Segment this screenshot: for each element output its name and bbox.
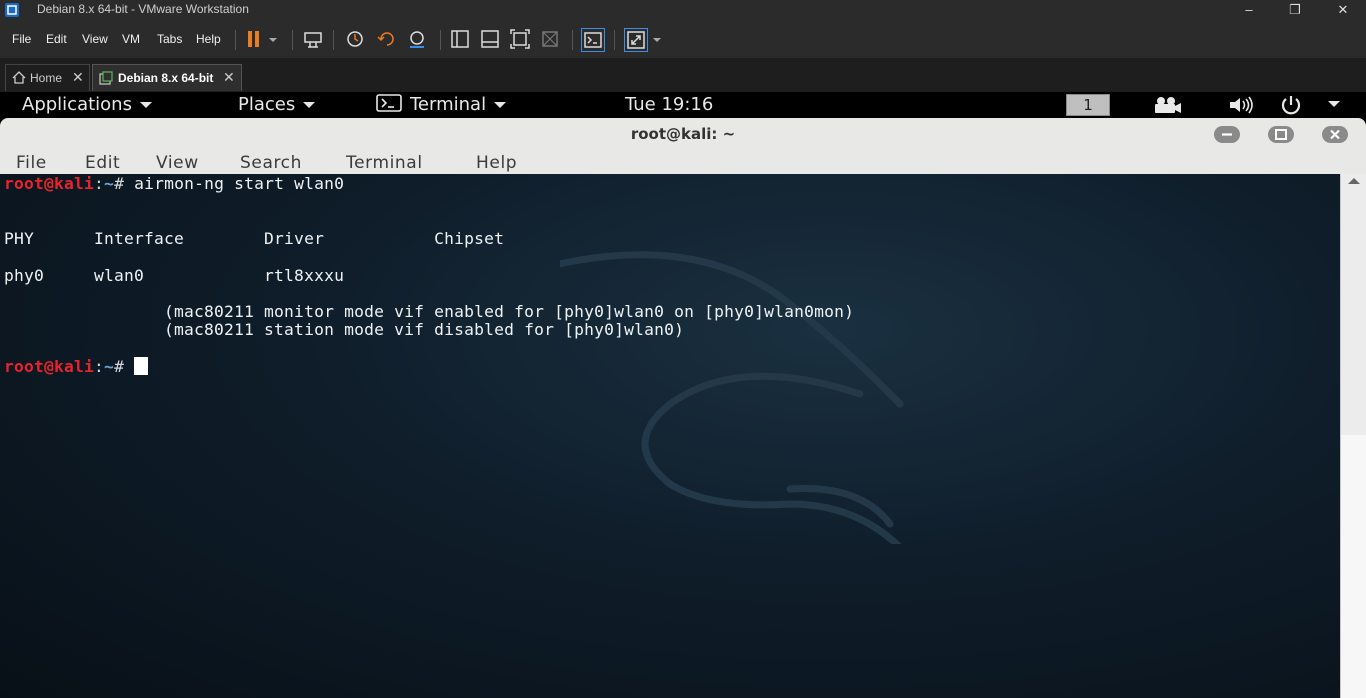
table-row: phy0 wlan0 rtl8xxxu <box>4 265 345 285</box>
minimize-button[interactable]: – <box>1226 0 1272 20</box>
toolbar-divider <box>572 30 573 50</box>
prompt-separator: : <box>94 357 105 376</box>
chevron-down-icon <box>303 102 316 108</box>
stretch-guest-icon[interactable] <box>624 28 648 52</box>
status-line: (mac80211 station mode vif disabled for … <box>4 320 685 340</box>
menu-file[interactable]: File <box>12 32 31 46</box>
terminal-menu-terminal[interactable]: Terminal <box>346 153 423 173</box>
unity-icon[interactable] <box>539 28 561 50</box>
text-cursor <box>134 357 149 375</box>
terminal-output-area[interactable]: root@kali:~# airmon-ng start wlan0 PHY I… <box>0 174 1340 698</box>
close-icon <box>1330 129 1340 140</box>
terminal-window: root@kali: ~ File Edit View Search Termi… <box>0 118 1366 698</box>
revert-snapshot-icon[interactable] <box>376 28 398 50</box>
applications-label: Applications <box>22 94 132 115</box>
workspace-indicator[interactable]: 1 <box>1066 94 1110 116</box>
terminal-minimize-button[interactable] <box>1214 126 1240 143</box>
terminal-menu-file[interactable]: File <box>16 153 47 173</box>
pause-icon[interactable] <box>243 28 265 50</box>
chevron-down-icon <box>139 102 152 108</box>
toolbar-divider <box>333 30 334 50</box>
tab-close-icon[interactable]: ✕ <box>72 69 84 86</box>
terminal-header: root@kali: ~ File Edit View Search Termi… <box>0 118 1366 175</box>
console-view-icon[interactable] <box>581 28 605 52</box>
status-line: (mac80211 monitor mode vif enabled for [… <box>4 302 855 322</box>
power-icon[interactable] <box>1280 95 1302 115</box>
video-camera-icon[interactable] <box>1152 96 1182 114</box>
terminal-menu-search[interactable]: Search <box>240 153 302 173</box>
places-label: Places <box>238 94 296 115</box>
terminal-close-button[interactable] <box>1322 126 1348 143</box>
volume-icon[interactable] <box>1228 96 1258 114</box>
terminal-title: root@kali: ~ <box>630 125 736 143</box>
terminal-menu-edit[interactable]: Edit <box>85 153 120 173</box>
menu-view[interactable]: View <box>82 32 108 46</box>
command-text: airmon-ng start wlan0 <box>134 174 345 193</box>
toolbar-divider <box>235 30 236 50</box>
prompt-separator: : <box>94 174 105 193</box>
prompt-user-host: root@kali <box>4 357 95 376</box>
prompt-cwd: ~ <box>104 174 115 193</box>
tab-home-label: Home <box>30 71 63 85</box>
send-ctrl-alt-del-icon[interactable] <box>302 28 324 50</box>
toolbar-divider <box>440 30 441 50</box>
prompt-symbol: # <box>114 357 135 376</box>
clock[interactable]: Tue 19:16 <box>625 94 713 115</box>
tab-debian-label: Debian 8.x 64-bit <box>118 71 214 85</box>
system-menu-chevron-icon[interactable] <box>1328 101 1340 107</box>
active-prompt-line: root@kali:~# <box>4 357 149 376</box>
terminal-app-label: Terminal <box>410 94 487 115</box>
prompt-symbol: # <box>114 174 135 193</box>
menu-tabs[interactable]: Tabs <box>157 32 182 46</box>
command-line: root@kali:~# airmon-ng start wlan0 <box>4 174 344 193</box>
snapshot-manager-icon[interactable] <box>406 28 428 50</box>
vmware-menubar: File Edit View VM Tabs Help <box>0 20 1366 58</box>
menu-vm[interactable]: VM <box>122 32 140 46</box>
menu-help[interactable]: Help <box>196 32 221 46</box>
show-thumbnail-icon[interactable] <box>479 28 501 50</box>
maximize-button[interactable]: ❐ <box>1272 0 1318 20</box>
vmware-titlebar: Debian 8.x 64-bit - VMware Workstation –… <box>0 0 1366 20</box>
minimize-icon <box>1222 133 1232 136</box>
vm-icon <box>99 71 113 85</box>
kali-dragon-watermark-icon <box>560 251 904 544</box>
vmware-logo-icon <box>5 3 19 17</box>
terminal-scrollbar[interactable] <box>1340 174 1366 698</box>
menu-edit[interactable]: Edit <box>46 32 67 46</box>
terminal-app-menu[interactable]: Terminal <box>376 94 507 115</box>
applications-menu[interactable]: Applications <box>22 94 152 115</box>
table-header: PHY Interface Driver Chipset <box>4 228 505 248</box>
places-menu[interactable]: Places <box>238 94 316 115</box>
home-icon <box>12 71 26 84</box>
tab-close-icon[interactable]: ✕ <box>223 69 235 86</box>
toolbar-divider <box>292 30 293 50</box>
gnome-top-bar: Applications Places Terminal Tue 19:16 1 <box>0 92 1366 118</box>
vmware-tabbar: Home ✕ Debian 8.x 64-bit ✕ <box>0 58 1366 92</box>
close-button[interactable]: ✕ <box>1320 0 1366 20</box>
show-library-icon[interactable] <box>449 28 471 50</box>
full-screen-icon[interactable] <box>509 28 531 50</box>
prompt-user-host: root@kali <box>4 174 95 193</box>
snapshot-icon[interactable] <box>344 28 366 50</box>
toolbar-divider <box>614 30 615 50</box>
tab-debian[interactable]: Debian 8.x 64-bit ✕ <box>92 64 242 91</box>
terminal-maximize-button[interactable] <box>1268 126 1294 143</box>
scroll-up-arrow-icon[interactable] <box>1348 178 1360 184</box>
window-title: Debian 8.x 64-bit - VMware Workstation <box>37 2 249 16</box>
maximize-icon <box>1275 129 1287 140</box>
scrollbar-thumb[interactable] <box>1341 435 1366 698</box>
tab-home[interactable]: Home ✕ <box>5 64 90 91</box>
terminal-menu-help[interactable]: Help <box>476 153 517 173</box>
terminal-menu-view[interactable]: View <box>156 153 199 173</box>
chevron-down-icon <box>494 102 507 108</box>
prompt-cwd: ~ <box>104 357 115 376</box>
terminal-icon <box>376 94 402 112</box>
view-dropdown-icon[interactable] <box>650 28 664 50</box>
power-dropdown-icon[interactable] <box>266 28 280 50</box>
